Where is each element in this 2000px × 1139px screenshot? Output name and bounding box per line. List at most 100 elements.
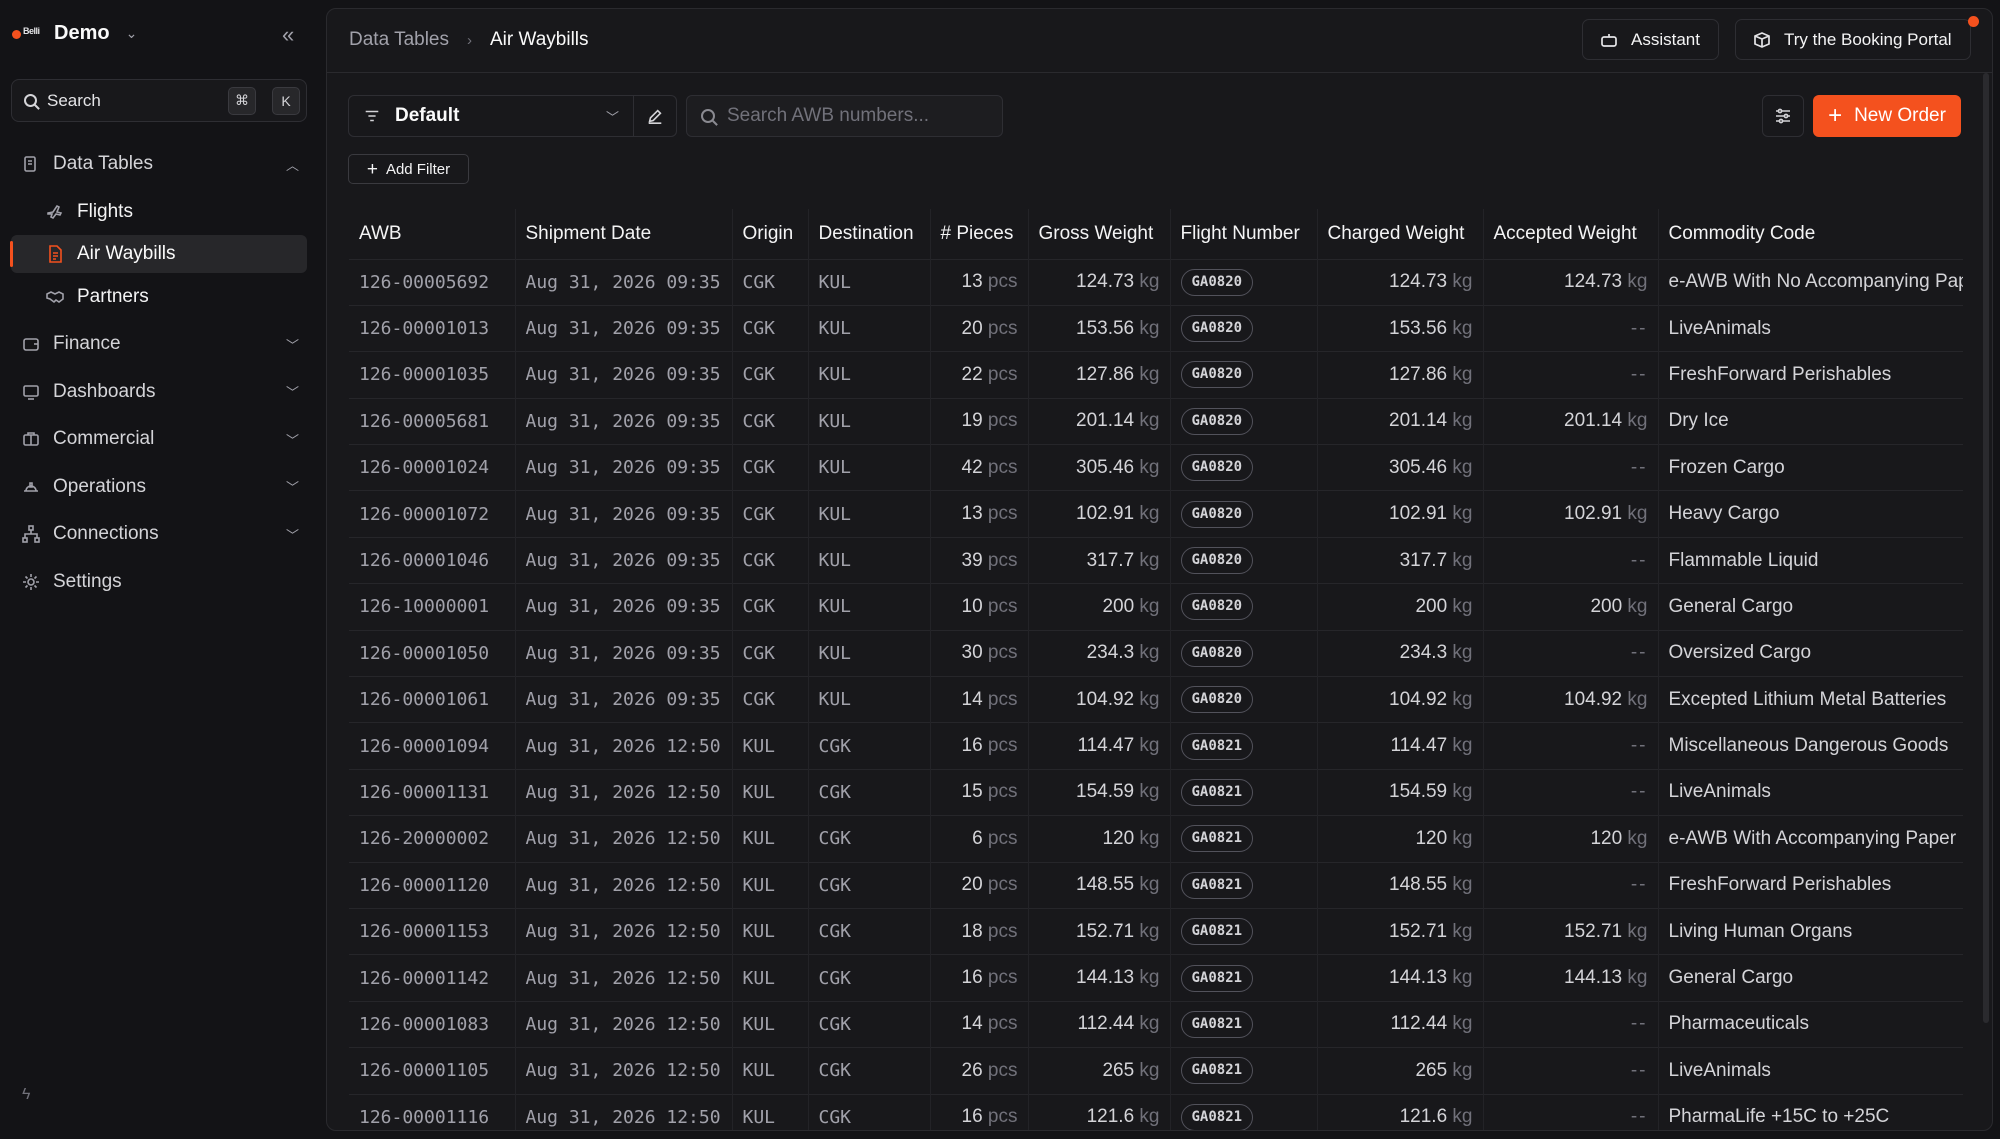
destination-cell: CGK	[808, 1000, 931, 1048]
weight-unit: kg	[1139, 503, 1160, 525]
collapse-sidebar-icon[interactable]: «	[282, 22, 294, 48]
table-row[interactable]: 126-00001061 Aug 31, 2026 09:35 CGK KUL 14 p…	[349, 676, 1963, 723]
sidebar-item-flights[interactable]: Flights	[11, 193, 307, 231]
sidebar-item-data-tables[interactable]: Data Tables ︿	[11, 145, 307, 183]
weight-unit: kg	[1452, 1059, 1473, 1081]
flight-badge[interactable]: GA0820	[1180, 500, 1254, 528]
sidebar-item-connections[interactable]: Connections ﹀	[11, 515, 307, 553]
flight-badge[interactable]: GA0820	[1180, 361, 1254, 389]
flight-badge[interactable]: GA0820	[1180, 639, 1254, 667]
table-row[interactable]: 126-00001046 Aug 31, 2026 09:35 CGK KUL 39 p…	[349, 536, 1963, 584]
charged-weight-value: 317.7	[1399, 549, 1448, 571]
column-header[interactable]: Commodity Code	[1658, 209, 1963, 259]
column-header[interactable]: Gross Weight	[1028, 209, 1171, 259]
table-row[interactable]: 126-00001050 Aug 31, 2026 09:35 CGK KUL 30 p…	[349, 629, 1963, 677]
table-row[interactable]: 126-10000001 Aug 31, 2026 09:35 CGK KUL 10 p…	[349, 583, 1963, 631]
scrollbar[interactable]	[1983, 73, 1989, 1023]
flight-badge[interactable]: GA0821	[1180, 918, 1254, 946]
flight-badge[interactable]: GA0820	[1180, 315, 1254, 343]
table-row[interactable]: 126-00001120 Aug 31, 2026 12:50 KUL CGK 20 p…	[349, 861, 1963, 909]
flight-badge[interactable]: GA0821	[1180, 1010, 1254, 1038]
weight-unit: kg	[1139, 317, 1160, 339]
table-row[interactable]: 126-00001094 Aug 31, 2026 12:50 KUL CGK 16 p…	[349, 722, 1963, 770]
gross-weight-value: 148.55	[1076, 874, 1135, 896]
charged-weight-cell: 154.59 kg	[1317, 768, 1484, 816]
flight-badge[interactable]: GA0821	[1180, 1057, 1254, 1085]
table-row[interactable]: 126-00001131 Aug 31, 2026 12:50 KUL CGK 15 p…	[349, 768, 1963, 816]
flight-badge[interactable]: GA0820	[1180, 547, 1254, 575]
table-row[interactable]: 126-00005681 Aug 31, 2026 09:35 CGK KUL 19 p…	[349, 397, 1963, 445]
sidebar-item-partners[interactable]: Partners	[11, 278, 307, 316]
flight-badge[interactable]: GA0820	[1180, 454, 1254, 482]
sidebar-item-commercial[interactable]: Commercial ﹀	[11, 420, 307, 458]
gross-weight-cell: 153.56 kg	[1028, 304, 1171, 352]
gross-weight-value: 152.71	[1076, 920, 1135, 942]
awb-search-input[interactable]: Search AWB numbers...	[686, 95, 1003, 137]
lightning-icon[interactable]: ϟ	[22, 1086, 30, 1104]
sidebar-item-operations[interactable]: Operations ﹀	[11, 468, 307, 506]
edit-view-button[interactable]	[633, 95, 677, 137]
flight-badge[interactable]: GA0820	[1180, 268, 1254, 296]
flight-badge[interactable]: GA0820	[1180, 686, 1254, 714]
flight-badge[interactable]: GA0821	[1180, 871, 1254, 899]
column-header[interactable]: Origin	[732, 209, 809, 259]
column-header[interactable]: Accepted Weight	[1483, 209, 1659, 259]
add-filter-button[interactable]: + Add Filter	[348, 154, 469, 184]
booking-portal-button[interactable]: Try the Booking Portal	[1735, 19, 1971, 60]
table-row[interactable]: 126-00001153 Aug 31, 2026 12:50 KUL CGK 18 p…	[349, 907, 1963, 955]
view-select[interactable]: Default ﹀	[348, 95, 634, 137]
table-row[interactable]: 126-00001105 Aug 31, 2026 12:50 KUL CGK 26 p…	[349, 1047, 1963, 1095]
origin-cell: CGK	[732, 397, 809, 445]
flight-badge[interactable]: GA0821	[1180, 778, 1254, 806]
flight-badge[interactable]: GA0820	[1180, 407, 1254, 435]
assistant-button[interactable]: Assistant	[1582, 19, 1719, 60]
commodity-code-cell: e-AWB With Accompanying Paper	[1658, 815, 1963, 863]
flight-number-cell: GA0821	[1170, 768, 1318, 816]
table-row[interactable]: 126-00001142 Aug 31, 2026 12:50 KUL CGK 16 p…	[349, 954, 1963, 1002]
sidebar-item-air-waybills[interactable]: Air Waybills	[10, 235, 307, 273]
column-header[interactable]: Destination	[808, 209, 931, 259]
hardhat-icon	[21, 477, 41, 497]
table-row[interactable]: 126-20000002 Aug 31, 2026 12:50 KUL CGK 6 pc…	[349, 815, 1963, 863]
charged-weight-cell: 234.3 kg	[1317, 629, 1484, 677]
sidebar-search[interactable]: Search ⌘ K	[11, 79, 307, 122]
add-filter-label: Add Filter	[385, 160, 451, 178]
table-row[interactable]: 126-00001116 Aug 31, 2026 12:50 KUL CGK 16 p…	[349, 1093, 1963, 1130]
column-header[interactable]: AWB	[349, 209, 516, 259]
shortcut-k-key: K	[272, 86, 300, 115]
column-header[interactable]: # Pieces	[930, 209, 1029, 259]
sidebar-item-label: Air Waybills	[77, 243, 176, 264]
sidebar-item-finance[interactable]: Finance ﹀	[11, 325, 307, 363]
table-row[interactable]: 126-00001072 Aug 31, 2026 09:35 CGK KUL 13 p…	[349, 490, 1963, 538]
workspace-switcher[interactable]: Belli Demo ⌄	[12, 22, 137, 45]
charged-weight-value: 120	[1415, 827, 1448, 849]
gross-weight-cell: 127.86 kg	[1028, 351, 1171, 399]
new-order-button[interactable]: + New Order	[1813, 95, 1961, 137]
charged-weight-cell: 114.47 kg	[1317, 722, 1484, 770]
column-header[interactable]: Charged Weight	[1317, 209, 1484, 259]
table-row[interactable]: 126-00001013 Aug 31, 2026 09:35 CGK KUL 20 p…	[349, 304, 1963, 352]
pieces-unit: pcs	[987, 1059, 1018, 1081]
column-settings-button[interactable]	[1762, 95, 1804, 137]
sidebar-item-settings[interactable]: Settings	[11, 563, 307, 601]
sidebar-item-label: Finance	[53, 333, 121, 354]
weight-unit: kg	[1452, 781, 1473, 803]
table-row[interactable]: 126-00005692 Aug 31, 2026 09:35 CGK KUL 13 p…	[349, 258, 1963, 306]
column-header[interactable]: Shipment Date	[515, 209, 733, 259]
weight-unit: kg	[1627, 595, 1648, 617]
flight-badge[interactable]: GA0821	[1180, 1103, 1254, 1130]
shipment-date-cell: Aug 31, 2026 09:35	[515, 397, 733, 445]
table-row[interactable]: 126-00001024 Aug 31, 2026 09:35 CGK KUL 42 p…	[349, 444, 1963, 491]
flight-badge[interactable]: GA0820	[1180, 593, 1254, 621]
table-row[interactable]: 126-00001035 Aug 31, 2026 09:35 CGK KUL 22 p…	[349, 351, 1963, 399]
breadcrumb-data-tables[interactable]: Data Tables	[349, 29, 449, 51]
column-header[interactable]: Flight Number	[1170, 209, 1318, 259]
table-row[interactable]: 126-00001083 Aug 31, 2026 12:50 KUL CGK 14 p…	[349, 1000, 1963, 1048]
sidebar-item-dashboards[interactable]: Dashboards ﹀	[11, 373, 307, 411]
flight-badge[interactable]: GA0821	[1180, 964, 1254, 992]
origin-cell: CGK	[732, 351, 809, 399]
flight-badge[interactable]: GA0821	[1180, 825, 1254, 853]
flight-badge[interactable]: GA0821	[1180, 732, 1254, 760]
gross-weight-cell: 104.92 kg	[1028, 676, 1171, 723]
pieces-value: 42	[961, 456, 983, 478]
